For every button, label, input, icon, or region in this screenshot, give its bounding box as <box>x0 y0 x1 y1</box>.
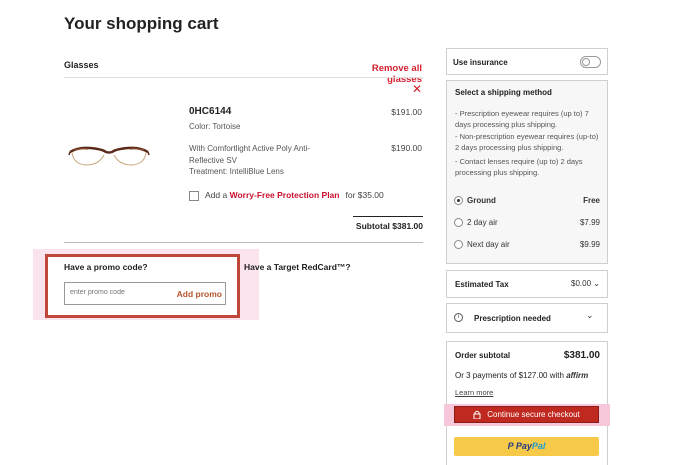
shipping-option-ground[interactable]: Ground <box>467 196 496 205</box>
promo-title: Have a promo code? <box>64 262 148 272</box>
redcard-link[interactable]: Have a Target RedCard™? <box>244 262 351 272</box>
paypal-pay: Pay <box>515 441 532 451</box>
section-divider <box>64 77 423 78</box>
affirm-logo: affirm <box>566 371 589 380</box>
product-image-glasses <box>68 146 150 166</box>
shipping-option-nextday[interactable]: Next day air <box>467 240 510 249</box>
lens-price: $190.00 <box>391 143 422 153</box>
affirm-payments: Or 3 payments of $127.00 with <box>455 371 564 380</box>
order-subtotal-value: $381.00 <box>563 350 600 361</box>
product-color: Color: Tortoise <box>189 122 241 131</box>
info-icon: i <box>454 313 463 322</box>
continue-checkout-button[interactable]: Continue secure checkout <box>454 406 599 423</box>
order-subtotal-label: Order subtotal <box>455 351 511 360</box>
prescription-label: Prescription needed <box>474 314 551 323</box>
protection-plan-checkbox[interactable] <box>189 191 199 201</box>
affirm-text: Or 3 payments of $127.00 with affirm <box>455 371 588 380</box>
tax-dropdown[interactable]: $0.00 ⌄ <box>540 279 600 288</box>
insurance-label: Use insurance <box>453 58 508 67</box>
lens-treatment: Treatment: IntelliBlue Lens <box>189 167 284 176</box>
paypal-pal: Pal <box>531 441 546 451</box>
tax-label: Estimated Tax <box>455 280 509 289</box>
chevron-down-icon[interactable]: ⌄ <box>586 310 594 321</box>
protection-plan-link[interactable]: Worry-Free Protection Plan <box>230 190 340 200</box>
insurance-toggle[interactable] <box>580 56 601 68</box>
shipping-title: Select a shipping method <box>455 88 552 97</box>
checkout-label: Continue secure checkout <box>487 410 580 419</box>
paypal-p-icon: P <box>507 441 516 451</box>
add-promo-button[interactable]: Add promo <box>164 289 222 299</box>
protection-plan-price: for $35.00 <box>345 190 384 200</box>
remove-item-close-icon[interactable]: ✕ <box>412 83 422 95</box>
shipping-radio-2day[interactable] <box>454 218 463 227</box>
toggle-knob <box>582 58 590 66</box>
learn-more-link[interactable]: Learn more <box>455 388 493 397</box>
page-title: Your shopping cart <box>64 14 219 33</box>
paypal-button[interactable]: P PayPal <box>454 437 599 456</box>
shipping-note: - Non-prescription eyewear requires (up-… <box>455 132 599 152</box>
shipping-price-2day: $7.99 <box>579 218 600 227</box>
protection-prefix: Add a <box>205 190 230 200</box>
product-price: $191.00 <box>391 107 422 117</box>
subtotal-rule <box>353 216 423 217</box>
shipping-note: - Prescription eyewear requires (up to) … <box>455 109 589 129</box>
cart-subtotal: Subtotal $381.00 <box>355 221 423 231</box>
cart-section-label: Glasses <box>64 60 99 70</box>
lens-description: With Comfortlight Active Poly Anti-Refle… <box>189 144 310 165</box>
protection-plan-text: Add a Worry-Free Protection Plan for $35.… <box>205 190 384 200</box>
shipping-radio-ground[interactable] <box>454 196 463 205</box>
chevron-down-icon: ⌄ <box>593 279 600 288</box>
product-name: 0HC6144 <box>189 106 232 117</box>
cart-divider <box>64 242 423 243</box>
tax-value: $0.00 <box>571 279 592 288</box>
lock-icon <box>473 411 481 420</box>
shipping-option-2day[interactable]: 2 day air <box>467 218 498 227</box>
remove-all-glasses-link[interactable]: Remove all glasses <box>336 63 422 85</box>
promo-code-input[interactable] <box>70 289 160 296</box>
shipping-price-nextday: $9.99 <box>579 240 600 249</box>
shipping-note: - Contact lenses require (up to) 2 days … <box>455 157 583 177</box>
shipping-price-ground: Free <box>583 196 600 205</box>
shipping-radio-nextday[interactable] <box>454 240 463 249</box>
